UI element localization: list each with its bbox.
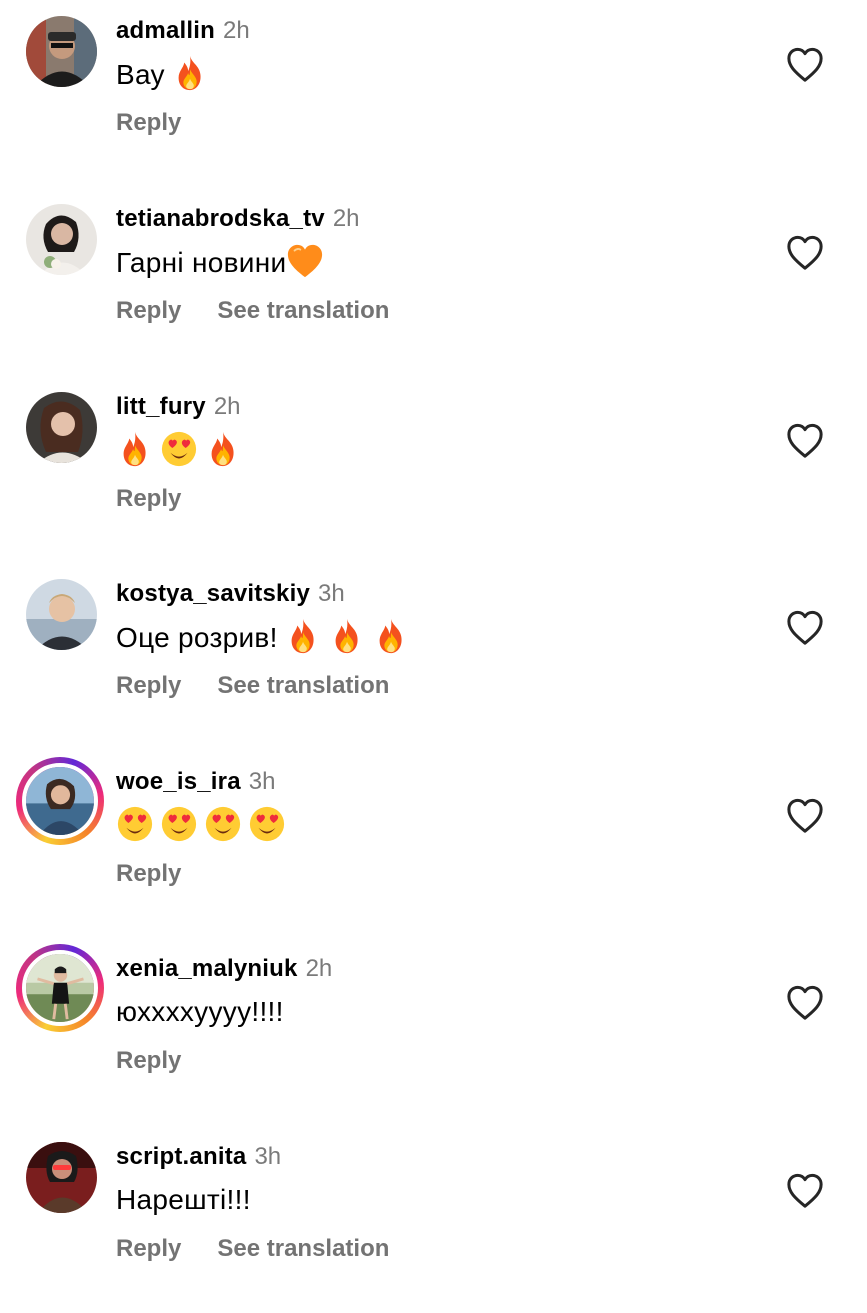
comment-text: юххххуууу!!!! bbox=[116, 992, 284, 1032]
avatar[interactable] bbox=[26, 579, 97, 650]
comment-item: script.anita 3h Нарешті!!! Reply See trans… bbox=[0, 1126, 867, 1313]
comment-item: tetianabrodska_tv 2h Гарні новини Reply Se… bbox=[0, 188, 867, 375]
timestamp: 2h bbox=[222, 17, 250, 44]
comment-actions: Reply bbox=[116, 857, 181, 891]
comment-text: Нарешті!!! bbox=[116, 1180, 251, 1220]
comment-text-content: Гарні новини bbox=[116, 247, 287, 278]
comment-actions: Reply See translation bbox=[116, 669, 389, 703]
like-heart-icon[interactable] bbox=[786, 798, 824, 834]
heart-eyes-emoji-icon bbox=[160, 805, 198, 843]
comment-text-content: Вау bbox=[116, 59, 165, 90]
see-translation-button[interactable]: See translation bbox=[217, 297, 389, 324]
username[interactable]: tetianabrodska_tv bbox=[116, 205, 325, 232]
comment-header: admallin 2h bbox=[116, 14, 250, 48]
timestamp: 3h bbox=[248, 768, 276, 795]
comment-text: Вау bbox=[116, 54, 209, 95]
comment-item: xenia_malyniuk 2h юххххуууу!!!! Reply bbox=[0, 938, 867, 1125]
avatar[interactable] bbox=[26, 392, 97, 463]
fire-emoji-icon bbox=[328, 617, 366, 655]
comment-actions: Reply See translation bbox=[116, 1232, 389, 1266]
avatar[interactable] bbox=[26, 1142, 97, 1213]
comment-header: woe_is_ira 3h bbox=[116, 765, 275, 799]
comment-header: xenia_malyniuk 2h bbox=[116, 952, 332, 986]
avatar[interactable] bbox=[26, 16, 97, 87]
reply-button[interactable]: Reply bbox=[116, 485, 181, 512]
avatar[interactable] bbox=[22, 950, 98, 1026]
fire-emoji-icon bbox=[171, 54, 209, 92]
timestamp: 2h bbox=[305, 955, 333, 982]
comment-text bbox=[116, 430, 242, 471]
username[interactable]: admallin bbox=[116, 17, 215, 44]
comment-text bbox=[116, 805, 286, 846]
heart-eyes-emoji-icon bbox=[248, 805, 286, 843]
comment-header: tetianabrodska_tv 2h bbox=[116, 202, 360, 236]
reply-button[interactable]: Reply bbox=[116, 297, 181, 324]
comment-item: kostya_savitskiy 3h Оце розрив! Reply See … bbox=[0, 563, 867, 750]
timestamp: 3h bbox=[318, 580, 345, 607]
avatar-image bbox=[26, 392, 97, 463]
comment-item: litt_fury 2h Reply bbox=[0, 376, 867, 563]
comment-header: script.anita 3h bbox=[116, 1140, 281, 1174]
username[interactable]: woe_is_ira bbox=[116, 768, 241, 795]
fire-emoji-icon bbox=[116, 430, 154, 468]
comment-item: admallin 2h Вау Reply bbox=[0, 0, 867, 187]
fire-emoji-icon bbox=[284, 617, 322, 655]
avatar-image bbox=[26, 1142, 97, 1213]
comment-item: woe_is_ira 3h Reply bbox=[0, 751, 867, 938]
fire-emoji-icon bbox=[204, 430, 242, 468]
username[interactable]: script.anita bbox=[116, 1143, 246, 1170]
avatar-image bbox=[26, 579, 97, 650]
see-translation-button[interactable]: See translation bbox=[217, 1235, 389, 1262]
like-heart-icon[interactable] bbox=[786, 985, 824, 1021]
comment-header: kostya_savitskiy 3h bbox=[116, 577, 345, 611]
reply-button[interactable]: Reply bbox=[116, 109, 181, 136]
avatar-image bbox=[26, 16, 97, 87]
comment-text-content: Нарешті!!! bbox=[116, 1184, 251, 1215]
heart-eyes-emoji-icon bbox=[116, 805, 154, 843]
heart-eyes-emoji-icon bbox=[204, 805, 242, 843]
see-translation-button[interactable]: See translation bbox=[217, 672, 389, 699]
username[interactable]: litt_fury bbox=[116, 393, 206, 420]
avatar[interactable] bbox=[26, 204, 97, 275]
timestamp: 2h bbox=[213, 393, 241, 420]
reply-button[interactable]: Reply bbox=[116, 860, 181, 887]
like-heart-icon[interactable] bbox=[786, 47, 824, 83]
username[interactable]: kostya_savitskiy bbox=[116, 580, 310, 607]
comment-text: Оце розрив! bbox=[116, 617, 410, 658]
comment-header: litt_fury 2h bbox=[116, 390, 241, 424]
timestamp: 2h bbox=[332, 205, 360, 232]
fire-emoji-icon bbox=[372, 617, 410, 655]
avatar-image bbox=[26, 954, 94, 1022]
avatar[interactable] bbox=[22, 763, 98, 839]
comment-text: Гарні новини bbox=[116, 242, 324, 283]
like-heart-icon[interactable] bbox=[786, 423, 824, 459]
avatar-story-ring[interactable] bbox=[16, 944, 104, 1032]
comment-actions: Reply bbox=[116, 482, 181, 516]
reply-button[interactable]: Reply bbox=[116, 1047, 181, 1074]
orange-heart-emoji-icon bbox=[286, 242, 324, 280]
heart-eyes-emoji-icon bbox=[160, 430, 198, 468]
comment-actions: Reply bbox=[116, 106, 181, 140]
comment-text-content: юххххуууу!!!! bbox=[116, 996, 284, 1027]
comment-actions: Reply bbox=[116, 1044, 181, 1078]
reply-button[interactable]: Reply bbox=[116, 672, 181, 699]
like-heart-icon[interactable] bbox=[786, 235, 824, 271]
like-heart-icon[interactable] bbox=[786, 610, 824, 646]
avatar-image bbox=[26, 204, 97, 275]
comment-text-content: Оце розрив! bbox=[116, 622, 278, 653]
timestamp: 3h bbox=[254, 1143, 282, 1170]
avatar-story-ring[interactable] bbox=[16, 757, 104, 845]
reply-button[interactable]: Reply bbox=[116, 1235, 181, 1262]
username[interactable]: xenia_malyniuk bbox=[116, 955, 298, 982]
avatar-image bbox=[26, 767, 94, 835]
like-heart-icon[interactable] bbox=[786, 1173, 824, 1209]
comment-actions: Reply See translation bbox=[116, 294, 389, 328]
